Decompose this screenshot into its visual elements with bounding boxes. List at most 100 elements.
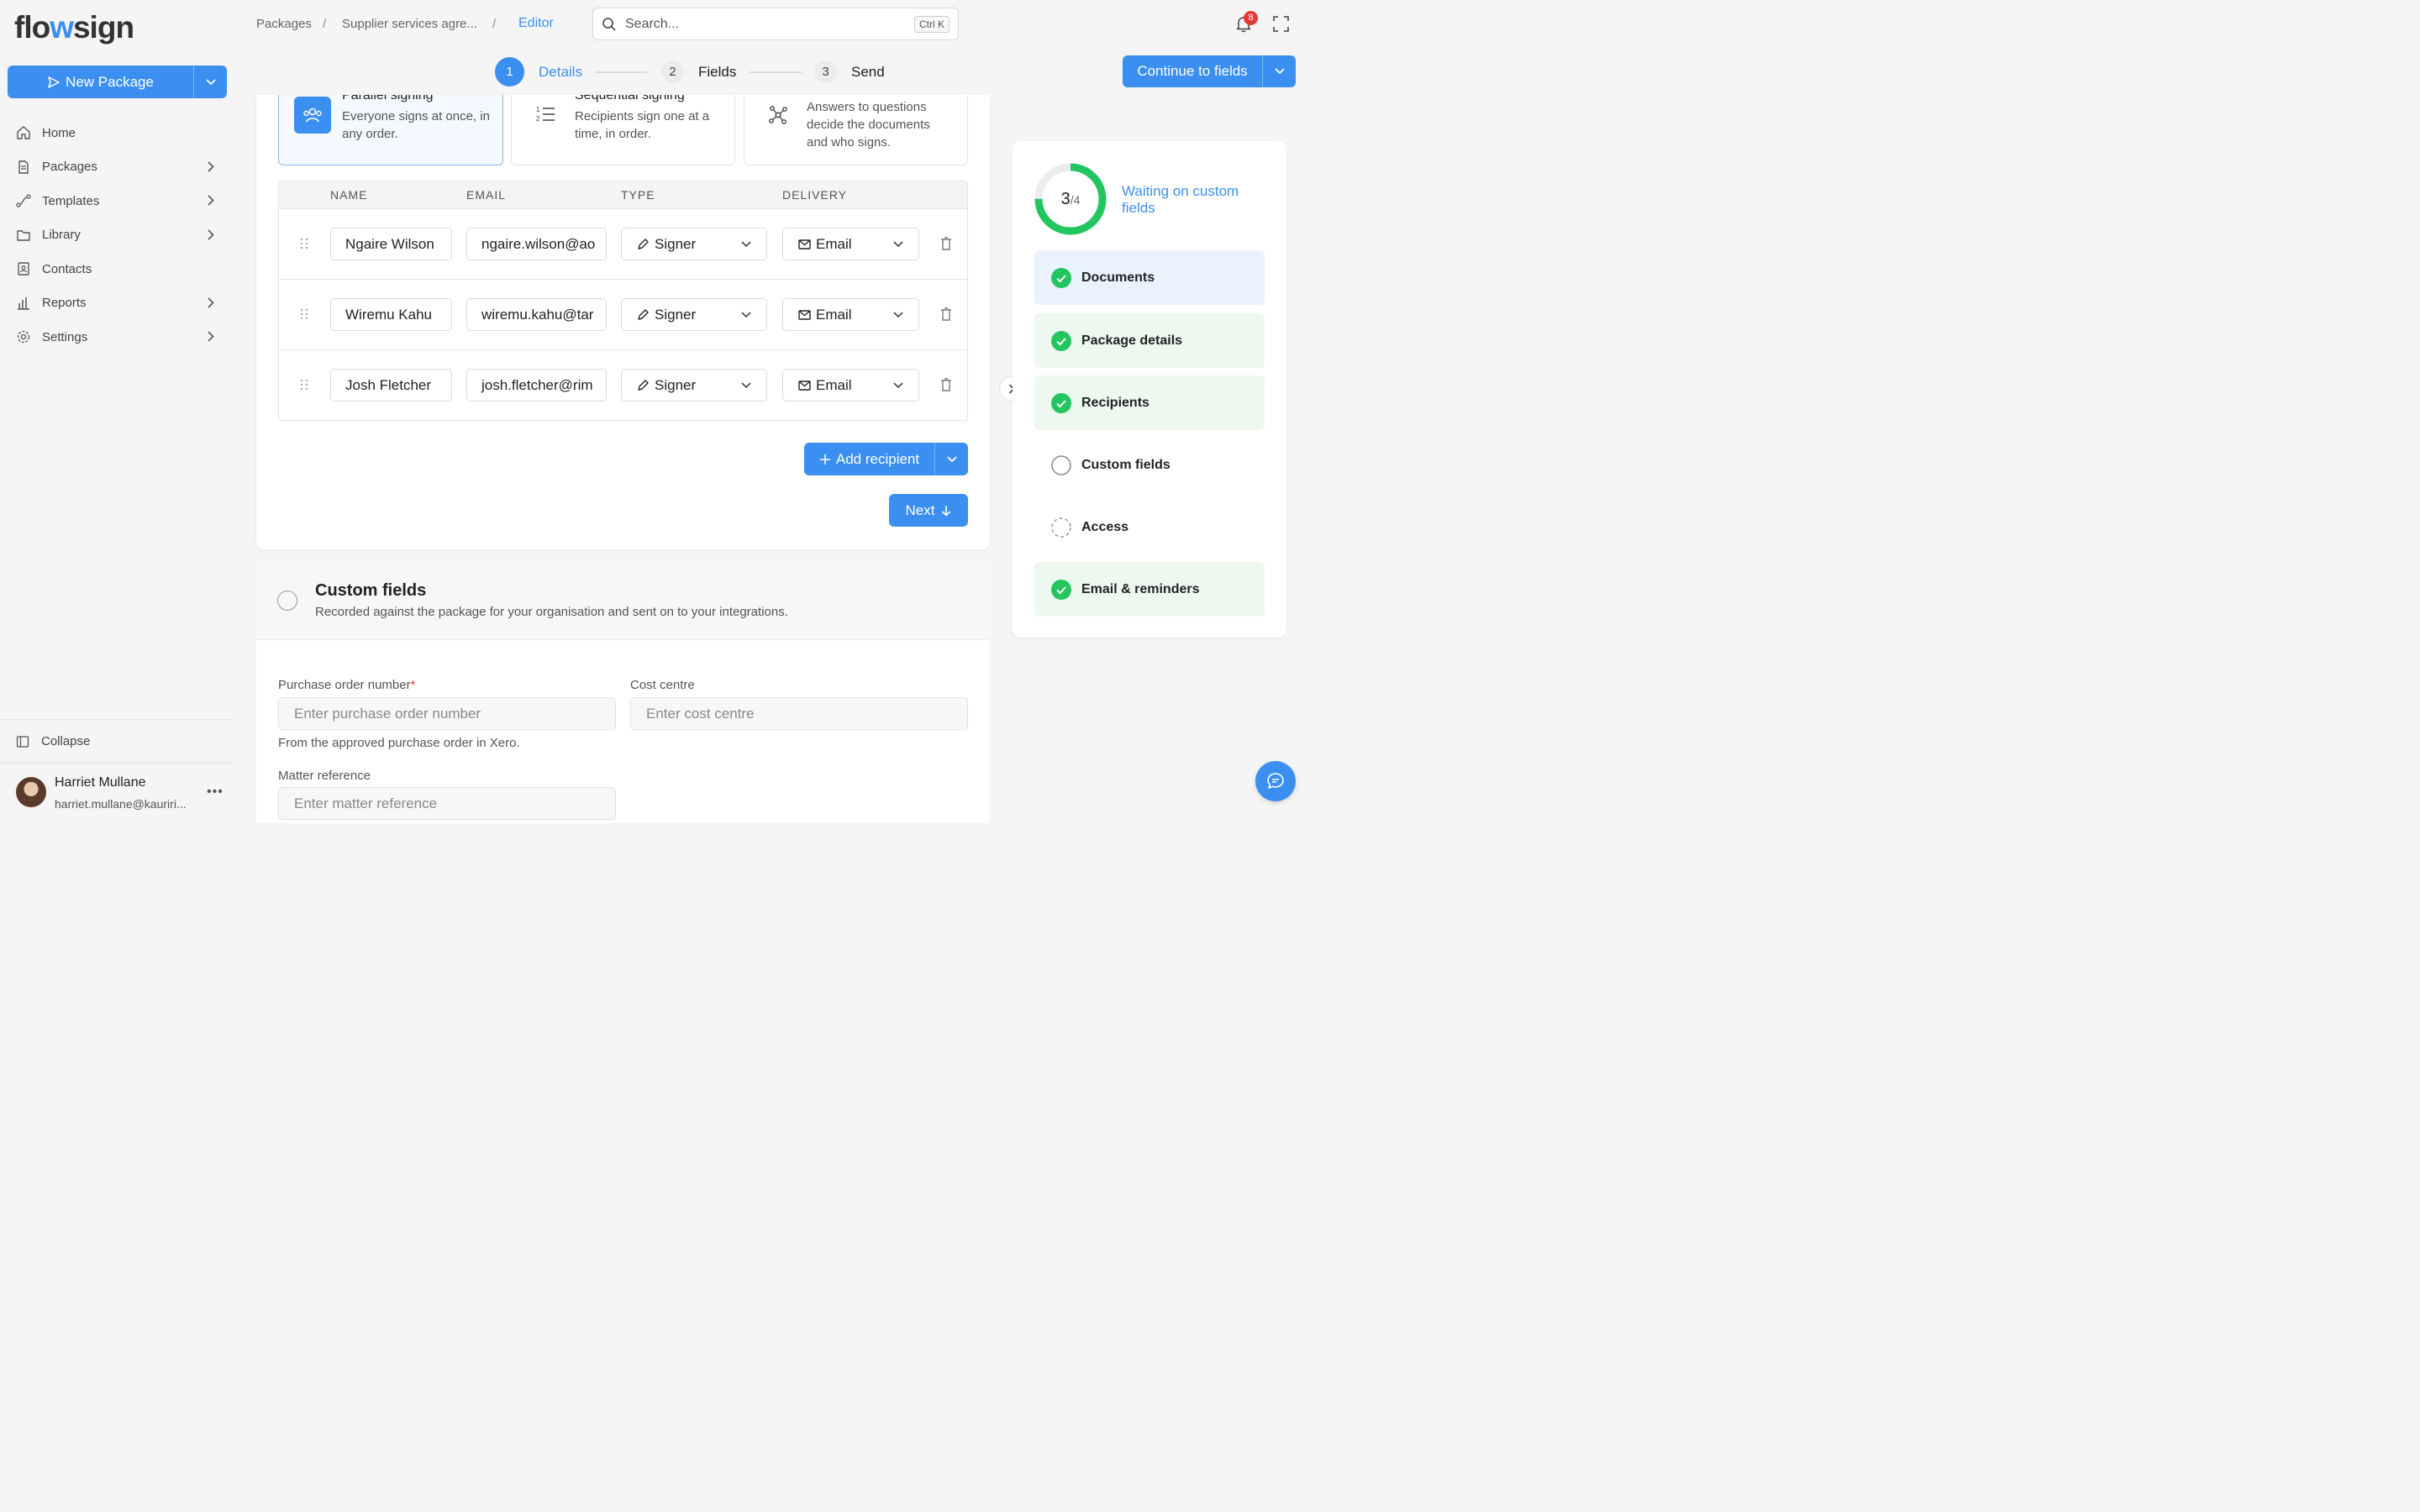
delivery-value: Email <box>816 306 852 323</box>
checklist-item-package-details[interactable]: Package details <box>1034 313 1265 368</box>
sidebar-item-reports[interactable]: Reports <box>0 286 234 321</box>
row-divider <box>279 349 967 350</box>
next-label: Next <box>905 501 935 518</box>
checklist-label: Email & reminders <box>1081 581 1200 596</box>
step-3-indicator[interactable]: 3 <box>814 60 837 83</box>
recipient-name-field[interactable]: Ngaire Wilson <box>330 228 452 260</box>
avatar[interactable] <box>16 777 46 807</box>
arrow-down-icon <box>942 505 951 517</box>
check-circle-icon <box>1051 330 1071 351</box>
sidebar-item-label: Templates <box>42 193 100 208</box>
continue-label[interactable]: Continue to fields <box>1123 63 1262 80</box>
drag-handle-icon[interactable] <box>300 238 308 249</box>
step-2-indicator[interactable]: 2 <box>661 60 684 83</box>
trash-icon[interactable] <box>940 237 952 250</box>
sidebar-item-contacts[interactable]: Contacts <box>0 252 234 286</box>
sidebar-item-label: Contacts <box>42 261 92 276</box>
chat-icon <box>1267 773 1284 789</box>
checklist-item-documents[interactable]: Documents <box>1034 250 1265 305</box>
checklist-label: Custom fields <box>1081 457 1171 472</box>
logo[interactable]: flowsign <box>14 10 134 45</box>
user-name: Harriet Mullane <box>55 775 146 790</box>
chevron-right-icon <box>208 195 214 206</box>
new-package-main[interactable]: New Package <box>8 66 193 98</box>
sidebar-item-settings[interactable]: Settings <box>0 320 234 354</box>
option-description: Answers to questions decide the document… <box>807 100 930 150</box>
step-2-label[interactable]: Fields <box>698 64 736 81</box>
chevron-down-icon <box>741 311 751 318</box>
fullscreen-button[interactable] <box>1273 16 1289 32</box>
new-package-dropdown[interactable] <box>193 66 227 98</box>
chat-button[interactable] <box>1255 761 1296 801</box>
trash-icon[interactable] <box>940 307 952 321</box>
recipient-name-field[interactable]: Josh Fletcher <box>330 369 452 402</box>
recipient-email-field[interactable]: ngaire.wilson@ao <box>466 228 607 260</box>
option-title: Parallel signing <box>342 95 434 102</box>
next-button[interactable]: Next <box>889 494 968 527</box>
add-recipient-dropdown[interactable] <box>934 443 968 475</box>
notification-badge: 8 <box>1244 11 1258 25</box>
po-number-help: From the approved purchase order in Xero… <box>278 736 520 750</box>
recipient-email-field[interactable]: josh.fletcher@rim <box>466 369 607 402</box>
signing-option-conditional[interactable]: Answers to questions decide the document… <box>744 95 968 165</box>
search-shortcut: Ctrl K <box>914 15 950 33</box>
column-header-name: NAME <box>330 188 368 202</box>
continue-button[interactable]: Continue to fields <box>1123 55 1296 87</box>
sidebar-item-packages[interactable]: Packages <box>0 150 234 185</box>
add-recipient-main[interactable]: Add recipient <box>804 451 934 468</box>
recipient-type-select[interactable]: Signer <box>621 369 767 402</box>
drag-handle-icon[interactable] <box>300 379 308 391</box>
signing-option-parallel[interactable]: Parallel signing Everyone signs at once,… <box>278 95 503 165</box>
column-header-delivery: DELIVERY <box>782 188 847 202</box>
send-icon <box>48 76 60 88</box>
progress-count: 3/4 <box>1060 190 1081 208</box>
matter-reference-input[interactable] <box>278 787 616 820</box>
document-icon <box>18 160 29 174</box>
fullscreen-icon <box>1273 16 1289 32</box>
recipient-delivery-select[interactable]: Email <box>782 228 919 260</box>
step-1-label[interactable]: Details <box>539 64 582 81</box>
recipient-email-field[interactable]: wiremu.kahu@tar <box>466 298 607 331</box>
checklist-item-access[interactable]: Access <box>1034 500 1265 554</box>
cost-centre-input[interactable] <box>630 697 968 730</box>
signing-option-sequential[interactable]: 12 Sequential signing Recipients sign on… <box>511 95 735 165</box>
recipient-type-select[interactable]: Signer <box>621 298 767 331</box>
matter-reference-label: Matter reference <box>278 769 371 783</box>
search-input[interactable] <box>623 15 908 33</box>
new-package-button[interactable]: New Package <box>8 66 227 98</box>
breadcrumb-packages[interactable]: Packages <box>256 17 312 31</box>
recipient-type-select[interactable]: Signer <box>621 228 767 260</box>
custom-fields-description: Recorded against the package for your or… <box>315 605 788 619</box>
collapse-sidebar-button[interactable]: Collapse <box>0 719 234 763</box>
sidebar-item-label: Home <box>42 125 76 140</box>
custom-fields-header[interactable] <box>256 563 990 640</box>
step-3-label[interactable]: Send <box>851 64 885 81</box>
required-marker: * <box>410 678 416 692</box>
column-header-type: TYPE <box>621 188 655 202</box>
user-menu-button[interactable]: ••• <box>207 785 224 800</box>
recipient-delivery-select[interactable]: Email <box>782 298 919 331</box>
chevron-right-icon <box>208 297 214 308</box>
chevron-down-icon <box>1274 68 1285 75</box>
bar-chart-icon <box>18 297 29 310</box>
recipient-delivery-select[interactable]: Email <box>782 369 919 402</box>
sidebar-item-library[interactable]: Library <box>0 218 234 253</box>
po-number-input[interactable] <box>278 697 616 730</box>
checklist-item-custom-fields[interactable]: Custom fields <box>1034 438 1265 492</box>
pen-icon <box>638 309 649 320</box>
drag-handle-icon[interactable] <box>300 308 308 320</box>
option-description: Everyone signs at once, in any order. <box>342 109 490 141</box>
add-recipient-button[interactable]: Add recipient <box>804 443 968 475</box>
breadcrumb-package[interactable]: Supplier services agre... <box>342 17 477 31</box>
progress-status: Waiting on custom fields <box>1122 183 1239 216</box>
trash-icon[interactable] <box>940 378 952 391</box>
continue-dropdown[interactable] <box>1262 55 1296 87</box>
sidebar-item-home[interactable]: Home <box>0 116 234 150</box>
recipient-name-field[interactable]: Wiremu Kahu <box>330 298 452 331</box>
checklist-item-recipients[interactable]: Recipients <box>1034 375 1265 430</box>
step-1-indicator[interactable]: 1 <box>495 57 524 87</box>
sidebar-item-templates[interactable]: Templates <box>0 184 234 218</box>
checklist-item-email-reminders[interactable]: Email & reminders <box>1034 562 1265 617</box>
search-bar[interactable]: Ctrl K <box>592 8 959 40</box>
cost-centre-label: Cost centre <box>630 678 695 692</box>
